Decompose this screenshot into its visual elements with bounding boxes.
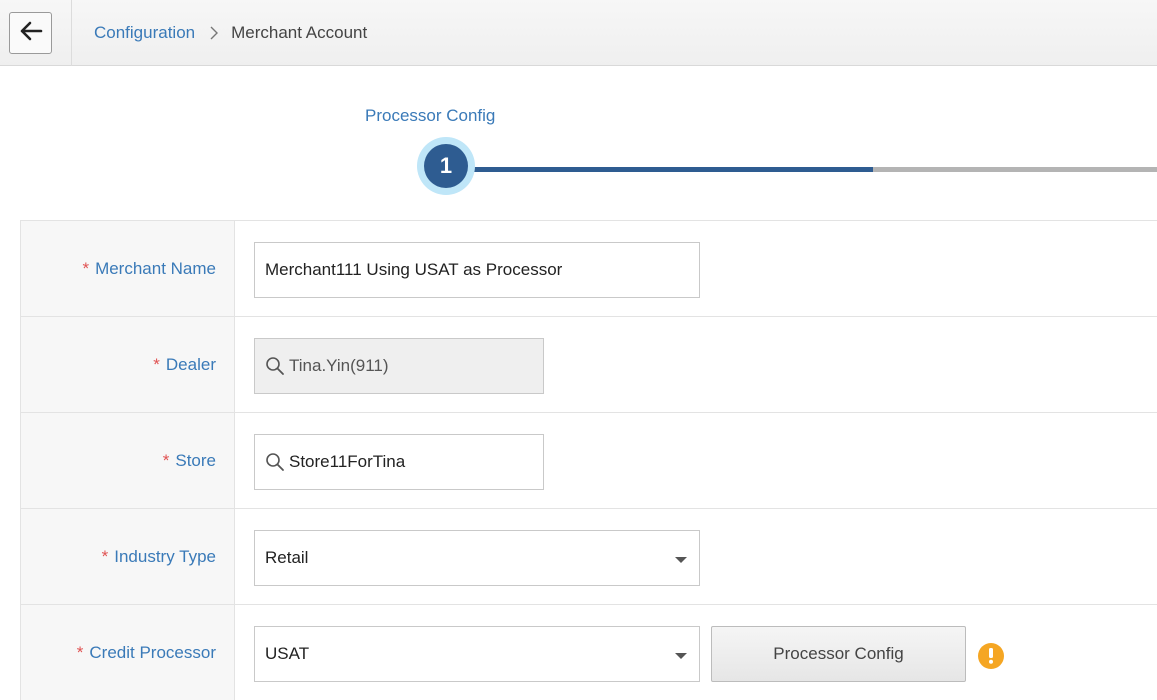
required-marker: * [162,450,170,470]
form-row-credit-processor: * Credit Processor USAT Processor Config [21,605,1157,700]
top-bar: Configuration Merchant Account [0,0,1157,66]
dealer-label: * Dealer [21,317,235,412]
industry-type-select[interactable]: Retail [254,530,700,586]
store-search-input[interactable]: Store11ForTina [254,434,544,490]
search-icon [265,356,285,376]
industry-type-value: Retail [265,548,309,567]
processor-config-button[interactable]: Processor Config [711,626,966,682]
chevron-right-icon [210,26,219,40]
credit-processor-select[interactable]: USAT [254,626,700,682]
store-value: Store11ForTina [289,452,406,471]
dealer-value: Tina.Yin(911) [289,356,389,375]
form-row-store: * Store Store11ForTina [21,413,1157,509]
search-icon [265,452,285,472]
credit-processor-value: USAT [265,644,310,663]
credit-processor-label: * Credit Processor [21,605,235,700]
merchant-name-value: Merchant111 Using USAT as Processor [265,260,563,279]
step-number: 1 [424,144,468,188]
merchant-form: * Merchant Name Merchant111 Using USAT a… [20,220,1157,700]
industry-type-label-text: Industry Type [114,546,216,566]
dealer-label-text: Dealer [165,354,216,374]
arrow-left-icon [19,21,43,46]
caret-down-icon [675,653,687,659]
form-row-merchant-name: * Merchant Name Merchant111 Using USAT a… [21,221,1157,317]
breadcrumb-link-configuration[interactable]: Configuration [94,23,195,43]
required-marker: * [82,258,90,278]
required-marker: * [153,354,160,374]
store-label: * Store [21,413,235,508]
warning-icon[interactable] [978,643,1004,669]
merchant-name-label-text: Merchant Name [95,258,216,278]
required-marker: * [101,546,109,566]
breadcrumb: Configuration Merchant Account [94,0,367,66]
dealer-search-input[interactable]: Tina.Yin(911) [254,338,544,394]
breadcrumb-current: Merchant Account [231,23,368,42]
industry-type-label: * Industry Type [21,509,235,604]
caret-down-icon [675,557,687,563]
store-label-text: Store [175,450,216,470]
back-button[interactable] [9,12,52,54]
step-label-processor-config: Processor Config [365,106,496,125]
required-marker: * [76,642,84,662]
top-bar-divider [71,0,72,66]
form-row-dealer: * Dealer Tina.Yin(911) [21,317,1157,413]
step-progress-line-complete [455,167,873,172]
step-indicator-1[interactable]: 1 [417,137,475,195]
credit-processor-label-text: Credit Processor [89,642,216,662]
merchant-name-label: * Merchant Name [21,221,235,316]
merchant-name-input[interactable]: Merchant111 Using USAT as Processor [254,242,700,298]
step-progress-line-remaining [873,167,1157,172]
form-row-industry-type: * Industry Type Retail [21,509,1157,605]
